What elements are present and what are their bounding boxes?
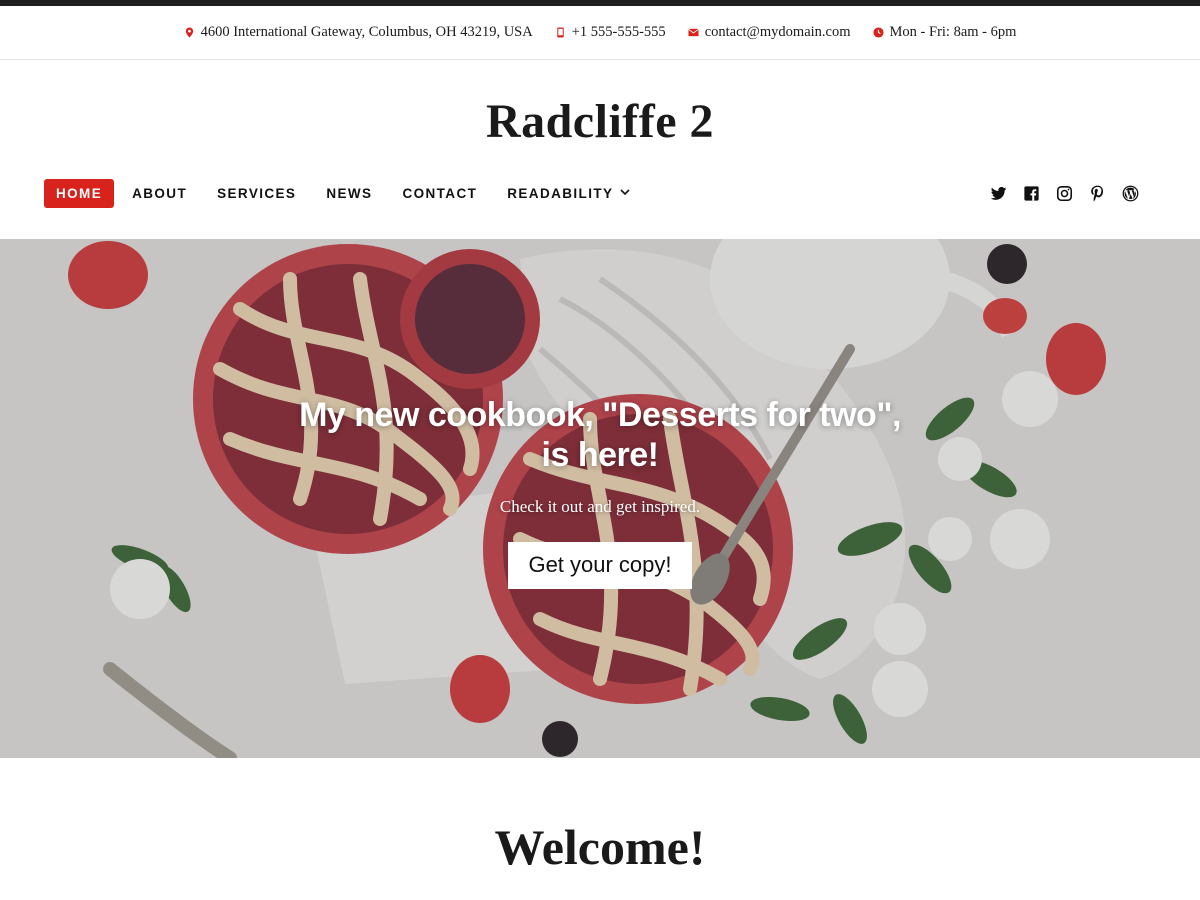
hours-text: Mon - Fri: 8am - 6pm [889, 24, 1017, 40]
welcome-heading: Welcome! [494, 819, 706, 875]
hero-title: My new cookbook, "Desserts for two", is … [299, 396, 901, 474]
clock-icon [872, 27, 884, 38]
twitter-icon[interactable] [989, 184, 1008, 203]
hero-banner: My new cookbook, "Desserts for two", is … [0, 239, 1200, 758]
phone-icon [555, 27, 566, 38]
pinterest-icon[interactable] [1088, 184, 1107, 203]
phone-info: +1 555-555-555 [555, 24, 666, 41]
address-info: 4600 International Gateway, Columbus, OH… [184, 24, 533, 41]
envelope-icon [687, 27, 699, 38]
hours-info: Mon - Fri: 8am - 6pm [872, 24, 1017, 41]
nav-item-about[interactable]: ABOUT [132, 186, 187, 201]
phone-text: +1 555-555-555 [571, 24, 666, 40]
instagram-icon[interactable] [1055, 184, 1074, 203]
get-your-copy-button[interactable]: Get your copy! [508, 542, 692, 589]
wordpress-icon[interactable] [1121, 184, 1140, 203]
social-links [989, 184, 1140, 203]
main-navigation: HOME ABOUT SERVICES NEWS CONTACT READABI… [44, 178, 1140, 208]
nav-item-readability-label: READABILITY [507, 185, 614, 201]
map-pin-icon [184, 27, 195, 38]
info-bar: 4600 International Gateway, Columbus, OH… [0, 6, 1200, 60]
hero-content: My new cookbook, "Desserts for two", is … [0, 395, 1200, 589]
nav-item-contact[interactable]: CONTACT [402, 186, 477, 201]
facebook-icon[interactable] [1022, 184, 1041, 203]
chevron-down-icon [619, 186, 631, 201]
nav-item-news[interactable]: NEWS [326, 186, 372, 201]
nav-item-home[interactable]: HOME [44, 178, 115, 208]
primary-menu: HOME ABOUT SERVICES NEWS CONTACT READABI… [44, 178, 631, 208]
address-text: 4600 International Gateway, Columbus, OH… [200, 24, 533, 40]
email-info: contact@mydomain.com [687, 24, 851, 41]
email-text: contact@mydomain.com [704, 24, 851, 40]
hero-subtitle: Check it out and get inspired. [499, 497, 701, 516]
nav-item-readability[interactable]: READABILITY [507, 186, 631, 201]
nav-item-services[interactable]: SERVICES [217, 186, 296, 201]
site-title[interactable]: Radcliffe 2 [0, 92, 1200, 152]
